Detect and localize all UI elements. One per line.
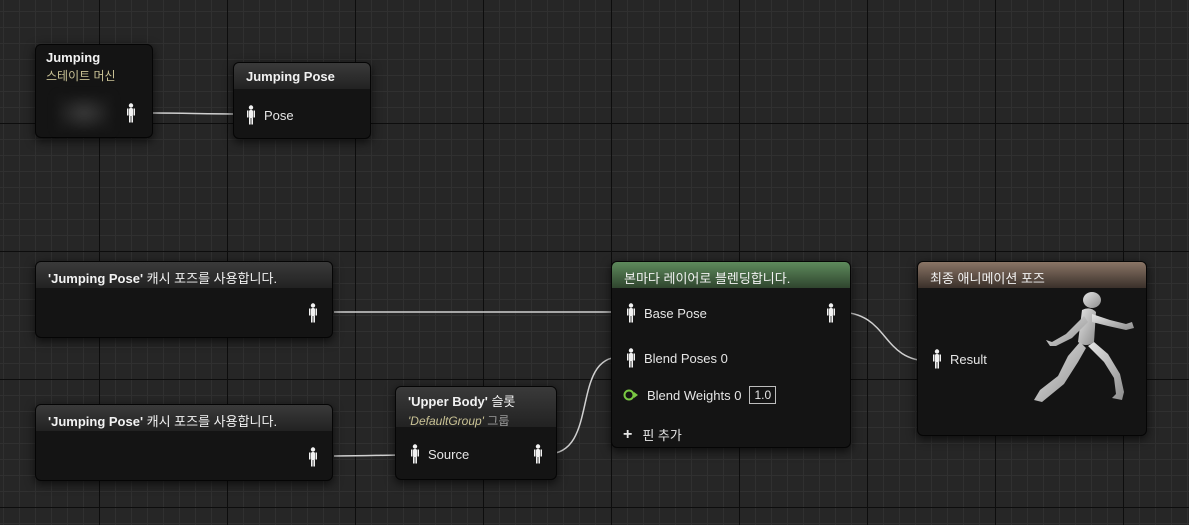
cached-pose-desc-1: 캐시 포즈를 사용합니다. <box>143 271 278 286</box>
pose-figure-icon <box>626 348 636 368</box>
plus-icon: + <box>623 425 633 443</box>
layered-blend-node[interactable]: 본마다 레이어로 블렌딩합니다. Base Pose Blend Poses 0… <box>611 261 851 448</box>
cached-pose-name-1: 'Jumping Pose' <box>48 271 144 286</box>
layered-blend-header: 본마다 레이어로 블렌딩합니다. <box>612 262 850 288</box>
cached-pose-header-1: 'Jumping Pose' 캐시 포즈를 사용합니다. <box>36 262 332 288</box>
source-pin-label: Source <box>428 446 470 462</box>
slot-word: 슬롯 <box>487 394 516 409</box>
source-input-pin[interactable]: Source <box>410 444 469 464</box>
cached-pose-node-2[interactable]: 'Jumping Pose' 캐시 포즈를 사용합니다. <box>35 404 333 481</box>
slot-group-name: 'DefaultGroup' <box>408 414 484 428</box>
output-pose-title: 최종 애니메이션 포즈 <box>930 271 1045 286</box>
result-pin-label: Result <box>950 351 987 367</box>
float-pin-icon <box>623 388 639 402</box>
pose-pin-label: Pose <box>264 107 294 123</box>
slot-output-pin-icon[interactable] <box>533 444 543 464</box>
state-machine-title: Jumping <box>46 50 101 65</box>
pose-figure-icon <box>246 105 256 125</box>
pose-input-pin[interactable]: Pose <box>246 105 294 125</box>
blend-poses-pin[interactable]: Blend Poses 0 <box>626 348 728 368</box>
add-pin-label: 핀 추가 <box>642 428 682 443</box>
add-pin-button[interactable]: + 핀 추가 <box>623 425 682 444</box>
base-pose-label: Base Pose <box>644 305 707 321</box>
cached-pose-desc-2: 캐시 포즈를 사용합니다. <box>143 414 278 429</box>
base-pose-pin[interactable]: Base Pose <box>626 303 707 323</box>
state-machine-node[interactable]: Jumping 스테이트 머신 <box>35 44 153 138</box>
cached-pose-output-pin-icon-2[interactable] <box>308 447 318 467</box>
slot-name: 'Upper Body' <box>408 394 488 409</box>
cached-pose-name-2: 'Jumping Pose' <box>48 414 144 429</box>
output-pose-node[interactable]: 최종 애니메이션 포즈 Result <box>917 261 1147 436</box>
jumping-pose-header: Jumping Pose <box>234 63 370 89</box>
layered-blend-title: 본마다 레이어로 블렌딩합니다. <box>624 271 791 286</box>
result-input-pin[interactable]: Result <box>932 349 987 369</box>
pose-output-pin-icon[interactable] <box>126 103 136 123</box>
jumping-pose-title: Jumping Pose <box>246 69 335 84</box>
blend-weights-pin[interactable]: Blend Weights 0 1.0 <box>623 386 777 404</box>
output-pose-header: 최종 애니메이션 포즈 <box>918 262 1146 288</box>
cached-pose-header-2: 'Jumping Pose' 캐시 포즈를 사용합니다. <box>36 405 332 431</box>
pose-figure-icon <box>410 444 420 464</box>
state-machine-thumbnail <box>56 95 112 131</box>
pose-figure-icon <box>932 349 942 369</box>
slot-group-word: 그룹 <box>483 414 510 428</box>
blend-poses-label: Blend Poses 0 <box>644 350 728 366</box>
state-machine-subtitle: 스테이트 머신 <box>46 69 116 83</box>
cached-pose-node-1[interactable]: 'Jumping Pose' 캐시 포즈를 사용합니다. <box>35 261 333 338</box>
slot-node[interactable]: 'Upper Body' 슬롯 'DefaultGroup' 그룹 Source <box>395 386 557 480</box>
blend-weights-label: Blend Weights 0 <box>647 387 742 403</box>
wire-statemachine-to-pose <box>151 112 246 115</box>
slot-header: 'Upper Body' 슬롯 'DefaultGroup' 그룹 <box>396 387 556 428</box>
jumping-pose-node[interactable]: Jumping Pose Pose <box>233 62 371 139</box>
blend-output-pin-icon[interactable] <box>826 303 836 323</box>
pose-figure-icon <box>626 303 636 323</box>
wire-slot-to-blendposes <box>546 356 621 455</box>
running-mannequin-icon <box>1034 292 1134 402</box>
cached-pose-output-pin-icon-1[interactable] <box>308 303 318 323</box>
blend-weight-value-field[interactable]: 1.0 <box>749 386 777 404</box>
